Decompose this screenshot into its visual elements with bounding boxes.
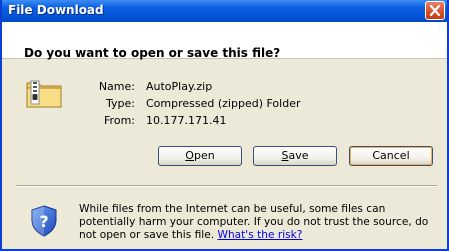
- zip-folder-icon: [26, 80, 62, 108]
- title-bar[interactable]: File Download: [2, 0, 447, 22]
- file-type: Compressed (zipped) Folder: [146, 97, 301, 110]
- file-name: AutoPlay.zip: [146, 80, 213, 93]
- cancel-button[interactable]: Cancel: [349, 146, 433, 166]
- shield-question-icon: ?: [31, 205, 57, 237]
- name-label: Name:: [98, 80, 135, 93]
- open-button[interactable]: Open: [158, 146, 242, 166]
- save-label: ave: [288, 149, 309, 162]
- close-icon: [429, 4, 441, 17]
- close-button[interactable]: [425, 1, 445, 20]
- save-button[interactable]: Save: [253, 146, 337, 166]
- file-download-dialog: File Download Do you want to open or sav…: [0, 0, 449, 251]
- svg-text:?: ?: [39, 212, 48, 231]
- open-label: pen: [193, 149, 215, 162]
- whats-the-risk-link[interactable]: What's the risk?: [217, 229, 302, 241]
- open-accel: O: [185, 149, 194, 162]
- security-warning: While files from the Internet can be use…: [79, 203, 444, 242]
- dialog-question: Do you want to open or save this file?: [24, 46, 281, 60]
- window-title: File Download: [8, 3, 104, 17]
- from-label: From:: [104, 114, 135, 127]
- type-label: Type:: [106, 97, 135, 110]
- file-source: 10.177.171.41: [146, 114, 227, 127]
- cancel-label: Cancel: [372, 149, 410, 162]
- divider: [16, 185, 437, 187]
